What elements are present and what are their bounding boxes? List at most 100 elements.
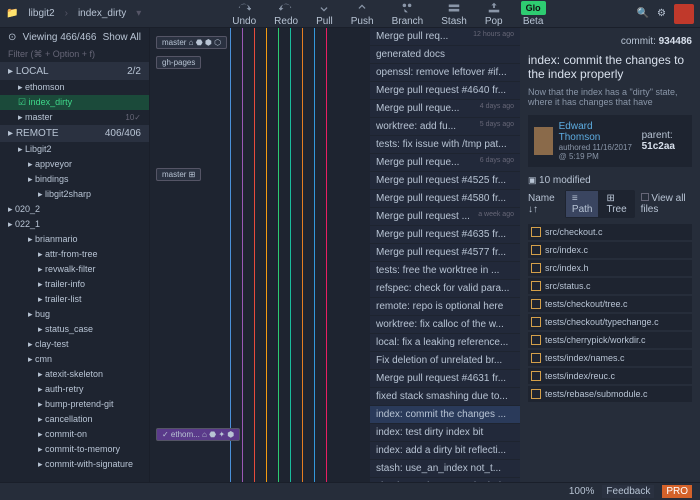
tree-item[interactable]: ▸ status_case [0, 322, 149, 337]
file-icon [531, 281, 541, 291]
file-row[interactable]: tests/rebase/submodule.c [528, 386, 692, 402]
tree-item[interactable]: ▸ commit-with-signature [0, 457, 149, 472]
tree-item[interactable]: ▸ trailer-list [0, 292, 149, 307]
branch-tag[interactable]: master ⊞ [156, 168, 201, 181]
pull-button[interactable]: Pull [310, 0, 339, 29]
commit-row[interactable]: Merge pull request #4640 fr... [370, 82, 520, 100]
pro-badge[interactable]: PRO [662, 485, 692, 498]
commit-list: Merge pull req...12 hours agogenerated d… [370, 28, 520, 482]
file-row[interactable]: tests/index/names.c [528, 350, 692, 366]
commit-row[interactable]: Merge pull req...12 hours ago [370, 28, 520, 46]
local-branch[interactable]: ☑ index_dirty [0, 95, 149, 110]
author-avatar [534, 127, 553, 155]
branch-tag[interactable]: gh-pages [156, 56, 201, 69]
file-row[interactable]: tests/checkout/tree.c [528, 296, 692, 312]
tree-item[interactable]: ▸ bug [0, 307, 149, 322]
tree-item[interactable]: ▸ libgit2sharp [0, 187, 149, 202]
settings-icon[interactable]: ⚙ [657, 8, 666, 19]
tree-item[interactable]: ▸ atexit-skeleton [0, 367, 149, 382]
local-branch[interactable]: ▸ master10✓ [0, 110, 149, 125]
commit-title: index: commit the changes to the index p… [528, 53, 692, 81]
tree-item[interactable]: ▸ bindings [0, 172, 149, 187]
file-row[interactable]: src/index.c [528, 242, 692, 258]
commit-row[interactable]: refspec: check for valid para... [370, 280, 520, 298]
file-row[interactable]: tests/index/reuc.c [528, 368, 692, 384]
commit-row[interactable]: fixed stack smashing due to... [370, 388, 520, 406]
tree-item[interactable]: ▸ revwalk-filter [0, 262, 149, 277]
local-branch[interactable]: ▸ ethomson [0, 80, 149, 95]
tree-item[interactable]: ▸ 020_2 [0, 202, 149, 217]
commit-row[interactable]: worktree: fix calloc of the w... [370, 316, 520, 334]
commit-row[interactable]: Merge pull request #4580 fr... [370, 190, 520, 208]
glo-button[interactable]: GloBeta [515, 0, 552, 29]
commit-row[interactable]: Merge pull request #4525 fr... [370, 172, 520, 190]
tree-item[interactable]: ▸ appveyor [0, 157, 149, 172]
commit-row[interactable]: Merge pull reque...6 days ago [370, 154, 520, 172]
file-icon [531, 353, 541, 363]
file-row[interactable]: src/status.c [528, 278, 692, 294]
tree-item[interactable]: ▸ brianmario [0, 232, 149, 247]
commit-row[interactable]: tests: free the worktree in ... [370, 262, 520, 280]
branch-tag[interactable]: ✓ ethom... ⌂ ⬣ ✦ ⬢ [156, 428, 240, 441]
tree-item[interactable]: ▸ clay-test [0, 337, 149, 352]
file-icon [531, 317, 541, 327]
tree-item[interactable]: ▸ 022_1 [0, 217, 149, 232]
commit-row[interactable]: Merge pull request ...a week ago [370, 208, 520, 226]
commit-row[interactable]: stash: use_an_index not_t... [370, 460, 520, 478]
commit-row[interactable]: Merge pull reque...4 days ago [370, 100, 520, 118]
show-all[interactable]: Show All [103, 32, 141, 43]
folder-icon: 📁 [6, 8, 18, 19]
branch-tag[interactable]: master ⌂ ⬣ ⬢ ⬡ [156, 36, 227, 49]
view-all-checkbox[interactable] [641, 193, 649, 201]
commit-row[interactable]: tests: fix issue with /tmp pat... [370, 136, 520, 154]
feedback-button[interactable]: Feedback [602, 485, 654, 498]
tree-item[interactable]: ▸ commit-on [0, 427, 149, 442]
commit-row[interactable]: index: add a dirty bit reflecti... [370, 442, 520, 460]
remote-header[interactable]: ▸ REMOTE406/406 [0, 125, 149, 142]
commit-row[interactable]: index: test dirty index bit [370, 424, 520, 442]
file-icon [531, 389, 541, 399]
repo-crumb[interactable]: libgit2 [22, 6, 60, 21]
tree-item[interactable]: ▸ cancellation [0, 412, 149, 427]
commit-row[interactable]: openssl: remove leftover #if... [370, 64, 520, 82]
zoom[interactable]: 100% [569, 486, 595, 497]
local-header[interactable]: ▸ LOCAL2/2 [0, 63, 149, 80]
commit-graph: master ⌂ ⬣ ⬢ ⬡ gh-pages master ⊞ ✓ ethom...… [150, 28, 370, 482]
tree-item[interactable]: ▸ Libgit2 [0, 142, 149, 157]
commit-row[interactable]: index: commit the changes ... [370, 406, 520, 424]
file-row[interactable]: src/index.h [528, 260, 692, 276]
commit-row[interactable]: local: fix a leaking reference... [370, 334, 520, 352]
file-row[interactable]: tests/cherrypick/workdir.c [528, 332, 692, 348]
commit-row[interactable]: Merge pull request #4577 fr... [370, 244, 520, 262]
commit-row[interactable]: Merge pull request #4635 fr... [370, 226, 520, 244]
undo-button[interactable]: Undo [226, 0, 262, 29]
pop-button[interactable]: Pop [479, 0, 509, 29]
file-row[interactable]: tests/checkout/typechange.c [528, 314, 692, 330]
breadcrumb: 📁 libgit2 › index_dirty ▾ [6, 6, 141, 21]
tree-item[interactable]: ▸ attr-from-tree [0, 247, 149, 262]
stash-button[interactable]: Stash [435, 0, 473, 29]
redo-button[interactable]: Redo [268, 0, 304, 29]
commit-row[interactable]: generated docs [370, 46, 520, 64]
commit-row[interactable]: Fix deletion of unrelated br... [370, 352, 520, 370]
tree-item[interactable]: ▸ trailer-info [0, 277, 149, 292]
tree-item[interactable]: ▸ auth-retry [0, 382, 149, 397]
tree-item[interactable]: ▸ bump-pretend-git [0, 397, 149, 412]
commit-row[interactable]: worktree: add fu...5 days ago [370, 118, 520, 136]
branch-button[interactable]: Branch [386, 0, 430, 29]
search-icon[interactable]: 🔍 [637, 8, 649, 19]
commit-row[interactable]: Merge pull request #4631 fr... [370, 370, 520, 388]
status-bar: 100% Feedback PRO [0, 482, 700, 500]
tree-item[interactable]: ▸ cmn [0, 352, 149, 367]
user-avatar[interactable] [674, 4, 694, 24]
branch-crumb[interactable]: index_dirty [72, 6, 132, 21]
tree-tab[interactable]: ⊞ Tree [600, 191, 633, 217]
file-row[interactable]: src/checkout.c [528, 224, 692, 240]
commit-row[interactable]: remote: repo is optional here [370, 298, 520, 316]
push-button[interactable]: Push [345, 0, 380, 29]
path-tab[interactable]: ≡ Path [566, 191, 599, 217]
tree-item[interactable]: ▸ commit-to-memory [0, 442, 149, 457]
file-icon [531, 335, 541, 345]
author-name[interactable]: Edward Thomson [559, 121, 636, 143]
filter-input[interactable]: Filter (⌘ + Option + f) [0, 47, 149, 63]
